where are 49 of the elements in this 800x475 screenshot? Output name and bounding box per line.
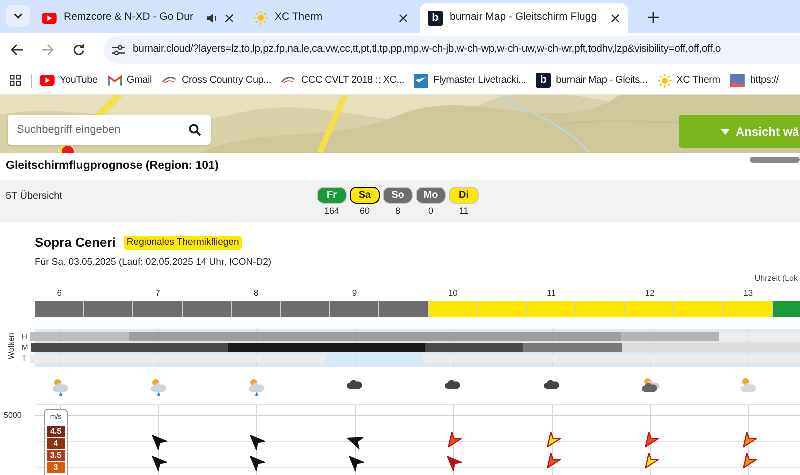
search-field[interactable]: Suchbegriff eingeben [8, 115, 211, 145]
hour-label: 10 [448, 286, 458, 300]
wind-scale-swatch: 3 [47, 462, 65, 474]
logo-icon: b [536, 73, 552, 88]
forecast-subtitle: Für Sa. 03.05.2025 (Lauf: 02.05.2025 14 Uhr, ICON-D2) [34, 256, 273, 270]
hour-label: 8 [254, 286, 259, 300]
bookmark-link[interactable]: Gmail [104, 70, 156, 92]
day-count: 11 [459, 205, 469, 218]
bookmark-link[interactable]: YouTube [36, 70, 102, 92]
hour-label: 6 [57, 286, 62, 300]
day-pill[interactable]: Mo [416, 187, 446, 204]
hour-label: 7 [156, 286, 160, 300]
day-count: 164 [324, 205, 340, 218]
bookmark-link[interactable]: XC Therm [654, 70, 724, 92]
bookmark-link[interactable]: https:// [726, 70, 783, 92]
bookmark-link[interactable]: CCC CVLT 2018 :: XC... [277, 70, 408, 92]
bookmark-link[interactable]: Cross Country Cup... [158, 70, 276, 92]
hour-label: 12 [645, 286, 655, 300]
forecast-heading: Gleitschirmflugprognose (Region: 101) [6, 158, 219, 174]
day-count: 60 [360, 205, 370, 218]
hour-label: 9 [352, 286, 358, 300]
tab-title: XC Therm [275, 10, 324, 26]
hour-label: 13 [744, 286, 754, 300]
day-pill[interactable]: So [383, 187, 413, 204]
wind-scale-swatch: 4.5 [47, 426, 65, 438]
day-count: 0 [428, 205, 434, 218]
day-pill[interactable]: Di [449, 187, 479, 204]
logo-icon: b [428, 10, 443, 26]
time-axis-label: Uhrzeit (Lok [754, 272, 798, 285]
bookmark-link[interactable]: b burnair Map - Gleits... [532, 70, 652, 92]
url-text: burnair.cloud/?layers=lz,to,lp,pz,fp,na,le,ca,vw,cc,tt,pt,tl,tp,pp,mp,w-ch-jb,w-ch-wp,w-ch-uw,w-ch-wr,pft,todhv,lzp&visibility=off,off,off,o [133, 42, 722, 58]
altitude-label: 5000 [4, 410, 22, 422]
day-count: 8 [395, 205, 400, 218]
browser-tab[interactable]: b burnair Map - Gleitschirm Flugg [420, 3, 628, 33]
day-pill[interactable]: Fr [317, 187, 347, 204]
bookmark-link[interactable]: Flymaster Livetracki... [410, 70, 530, 92]
browser-tab[interactable]: Remzcore & N-XD - Go Dur [34, 3, 242, 33]
clouds-axis-label: Wolken [6, 332, 17, 360]
wind-scale-swatch: 3.5 [47, 450, 65, 462]
overview-label: 5T Übersicht [6, 190, 63, 204]
hour-label: 11 [547, 286, 556, 300]
day-pill[interactable]: Sa [350, 187, 380, 204]
wind-scale-swatch: 4 [47, 438, 65, 450]
region-title: Sopra Ceneri [35, 234, 116, 252]
address-bar[interactable]: burnair.cloud/?layers=lz,to,lp,pz,fp,na,le,ca,vw,cc,tt,pt,tl,tp,pp,mp,w-ch-jb,w-ch-wp,w-ch-uw,w-ch-wr,pft,todhv,lzp&visibility=off,off,off,o [104, 36, 800, 64]
region-tag: Regionales Thermikfliegen [124, 236, 242, 250]
browser-tab[interactable]: XC Therm [246, 3, 416, 33]
tab-title: burnair Map - Gleitschirm Flugg [450, 10, 598, 26]
tab-title: Remzcore & N-XD - Go Dur [64, 10, 195, 26]
